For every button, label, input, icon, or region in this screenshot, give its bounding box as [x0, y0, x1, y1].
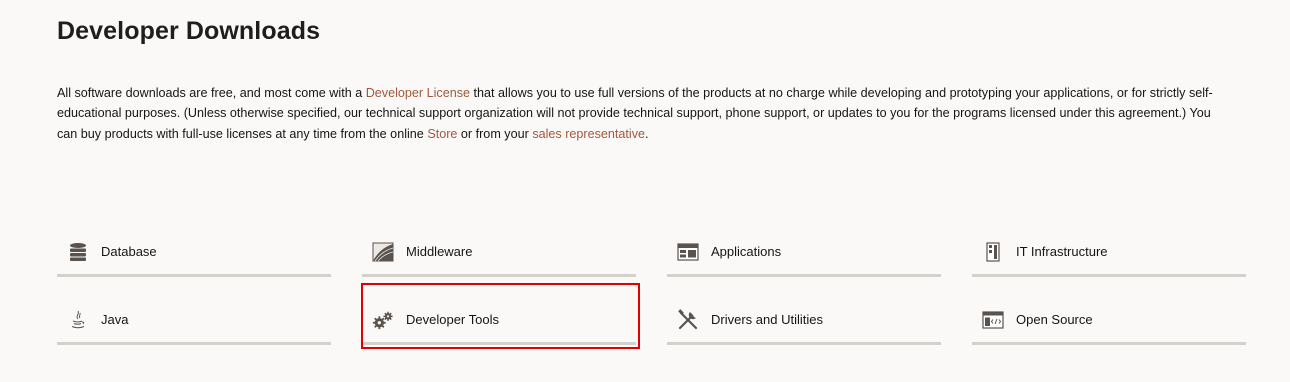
- store-link[interactable]: Store: [427, 127, 457, 141]
- category-middleware[interactable]: Middleware: [362, 229, 636, 277]
- server-icon: [982, 241, 1004, 263]
- category-label: Middleware: [406, 244, 473, 259]
- category-developer-tools[interactable]: Developer Tools: [362, 297, 636, 345]
- category-it-infrastructure[interactable]: IT Infrastructure: [972, 229, 1246, 277]
- category-applications[interactable]: Applications: [667, 229, 941, 277]
- category-drivers-and-utilities[interactable]: Drivers and Utilities: [667, 297, 941, 345]
- category-label: Drivers and Utilities: [711, 312, 823, 327]
- middleware-icon: [372, 241, 394, 263]
- category-label: Applications: [711, 244, 782, 259]
- category-label: Developer Tools: [406, 312, 499, 327]
- category-java[interactable]: Java: [57, 297, 331, 345]
- category-open-source[interactable]: Open Source: [972, 297, 1246, 345]
- intro-text-4: .: [645, 126, 649, 141]
- category-label: Database: [101, 244, 157, 259]
- gears-icon: [372, 309, 394, 331]
- category-grid: Database Middleware Applications IT Infr…: [57, 229, 1246, 365]
- applications-icon: [677, 241, 699, 263]
- category-label: IT Infrastructure: [1016, 244, 1108, 259]
- java-icon: [67, 309, 89, 331]
- database-icon: [67, 241, 89, 263]
- intro-text-1: All software downloads are free, and mos…: [57, 85, 366, 100]
- intro-paragraph: All software downloads are free, and mos…: [57, 83, 1227, 145]
- developer-license-link[interactable]: Developer License: [366, 86, 470, 100]
- intro-text-3: or from your: [457, 126, 533, 141]
- sales-representative-link[interactable]: sales representative: [532, 127, 645, 141]
- category-label: Open Source: [1016, 312, 1093, 327]
- code-window-icon: [982, 309, 1004, 331]
- category-database[interactable]: Database: [57, 229, 331, 277]
- page-title: Developer Downloads: [57, 17, 321, 45]
- category-label: Java: [101, 312, 129, 327]
- tools-icon: [677, 308, 699, 331]
